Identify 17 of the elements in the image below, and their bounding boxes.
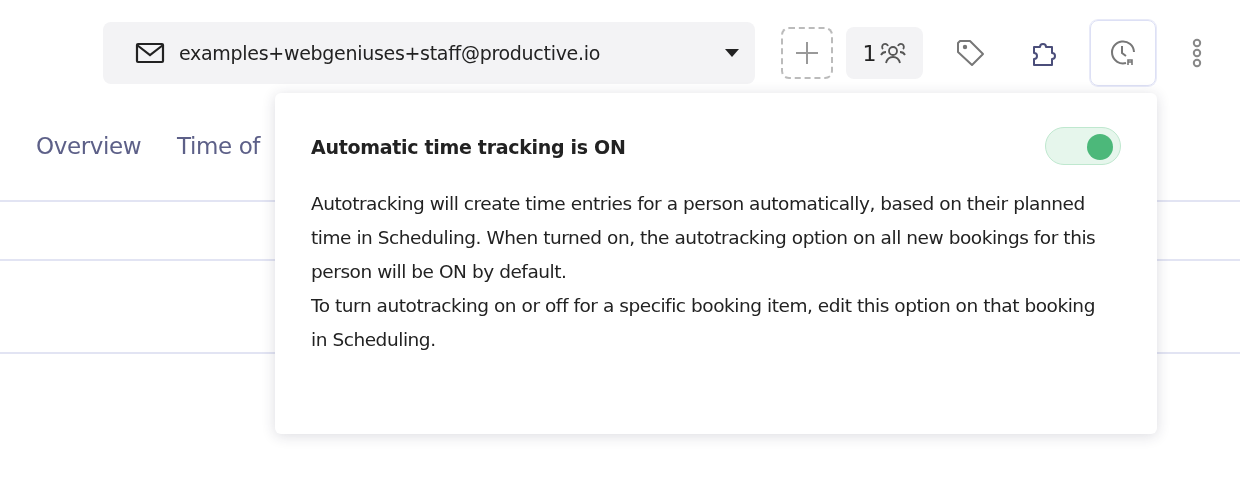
description-text: To turn autotracking on or off for a specific booking item, edit this option on that booking in Scheduling. bbox=[311, 294, 1096, 352]
tab[interactable]: Overview bbox=[36, 133, 142, 169]
more-icon bbox=[1191, 37, 1203, 69]
toggle-switch[interactable] bbox=[1045, 127, 1121, 165]
account-dropdown[interactable]: examples+webgeniuses+staff@productive.io bbox=[103, 22, 755, 84]
caret-icon bbox=[725, 49, 739, 57]
tag-icon bbox=[954, 37, 986, 69]
popover-title: Automatic time tracking is ON bbox=[311, 136, 626, 158]
mail-icon bbox=[135, 42, 165, 64]
tab[interactable]: Time of bbox=[177, 133, 261, 169]
people-icon bbox=[878, 41, 907, 65]
description-text: Autotracking will create time entries for a person automatically, based on their planned time in Scheduling. When turned on, the autotracking option on all new bookings for this person will be ON by default. bbox=[311, 192, 1097, 284]
plus-icon bbox=[794, 40, 820, 66]
autotracking-clock-icon bbox=[1108, 38, 1138, 68]
people-button[interactable]: 1 bbox=[846, 27, 923, 79]
add-button[interactable] bbox=[781, 27, 833, 79]
clock-button[interactable] bbox=[1090, 20, 1156, 86]
